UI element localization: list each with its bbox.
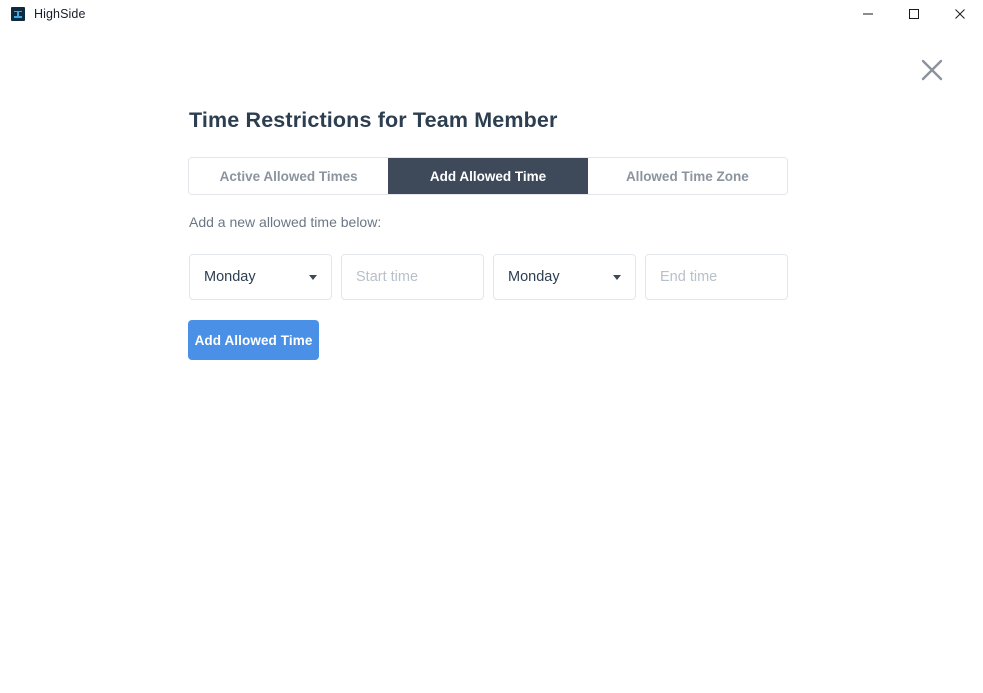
minimize-icon [863,13,873,15]
window-close-button[interactable] [937,0,983,28]
page-title: Time Restrictions for Team Member [189,108,558,132]
add-allowed-time-button[interactable]: Add Allowed Time [188,320,319,360]
end-day-value: Monday [508,269,560,285]
window-titlebar: HighSide [0,0,983,28]
start-day-select[interactable]: Monday [189,254,332,300]
start-day-value: Monday [204,269,256,285]
app-title: HighSide [34,7,86,21]
end-time-input[interactable]: End time [645,254,788,300]
close-icon [955,9,965,19]
end-day-select[interactable]: Monday [493,254,636,300]
window-controls [845,0,983,28]
maximize-icon [909,9,919,19]
tab-group: Active Allowed Times Add Allowed Time Al… [188,157,788,195]
highside-logo-icon [11,7,25,21]
tab-allowed-time-zone[interactable]: Allowed Time Zone [587,158,787,194]
minimize-button[interactable] [845,0,891,28]
end-time-placeholder: End time [660,269,718,285]
allowed-time-form: Monday Start time Monday End time [189,254,788,300]
maximize-button[interactable] [891,0,937,28]
chevron-down-icon [613,275,621,280]
tab-add-allowed-time[interactable]: Add Allowed Time [388,158,588,194]
close-x-icon [921,59,943,81]
tab-active-allowed-times[interactable]: Active Allowed Times [189,158,389,194]
modal-content: Time Restrictions for Team Member Active… [0,28,983,693]
form-instruction: Add a new allowed time below: [189,214,382,230]
start-time-placeholder: Start time [356,269,419,285]
panel-close-button[interactable] [917,55,947,85]
chevron-down-icon [309,275,317,280]
start-time-input[interactable]: Start time [341,254,484,300]
